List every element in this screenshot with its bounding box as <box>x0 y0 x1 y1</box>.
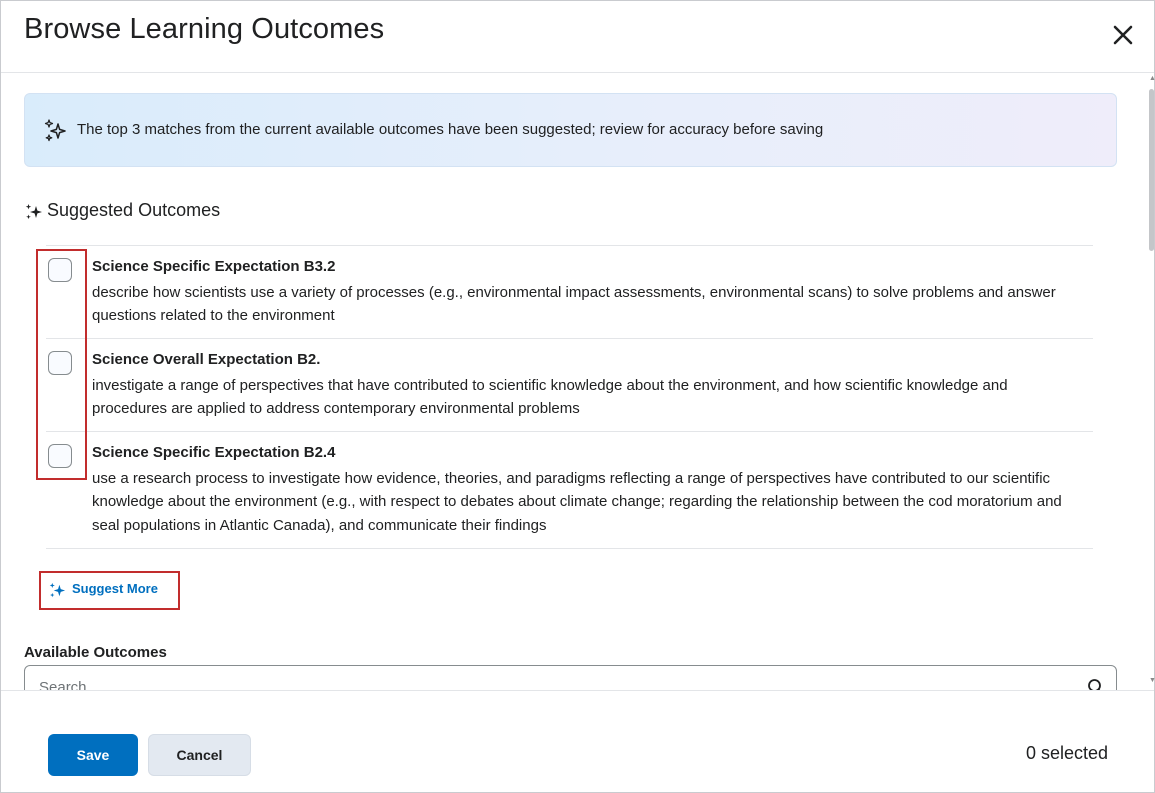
outcome-description: use a research process to investigate ho… <box>92 470 1062 534</box>
list-item: Science Overall Expectation B2. investig… <box>46 339 1093 432</box>
scroll-up-arrow-icon[interactable]: ▲ <box>1149 75 1155 82</box>
available-outcomes-label: Available Outcomes <box>24 644 167 661</box>
sparkle-outline-icon <box>44 119 66 142</box>
search-box <box>24 665 1117 690</box>
dialog-title: Browse Learning Outcomes <box>24 13 385 45</box>
outcome-description: describe how scientists use a variety of… <box>92 284 1056 325</box>
outcome-name: Science Specific Expectation B3.2 <box>92 258 336 275</box>
dialog-body: The top 3 matches from the current avail… <box>1 74 1146 690</box>
dialog-header: Browse Learning Outcomes <box>1 1 1154 73</box>
dialog-footer: Save Cancel 0 selected <box>1 690 1154 792</box>
outcome-name: Science Overall Expectation B2. <box>92 351 321 368</box>
scroll-down-arrow-icon[interactable]: ▼ <box>1149 677 1155 684</box>
scrollbar-thumb[interactable] <box>1149 89 1154 251</box>
outcome-name: Science Specific Expectation B2.4 <box>92 444 336 461</box>
sparkle-icon <box>25 204 42 220</box>
suggest-more-highlight-box <box>39 571 180 610</box>
outcome-description: investigate a range of perspectives that… <box>92 377 1008 418</box>
close-button[interactable] <box>1107 19 1139 51</box>
suggested-outcome-list: Science Specific Expectation B3.2 descri… <box>46 245 1093 549</box>
search-icon[interactable] <box>1086 677 1106 690</box>
search-input[interactable] <box>39 676 1059 690</box>
cancel-button[interactable]: Cancel <box>148 734 251 776</box>
banner-text: The top 3 matches from the current avail… <box>77 121 824 138</box>
save-button[interactable]: Save <box>48 734 138 776</box>
selected-count: 0 selected <box>1025 743 1108 763</box>
close-icon <box>1113 25 1133 45</box>
checkbox-highlight-box <box>36 249 87 480</box>
suggested-outcomes-label: Suggested Outcomes <box>47 200 221 220</box>
browse-outcomes-dialog: Browse Learning Outcomes The top 3 match… <box>0 0 1155 793</box>
list-item: Science Specific Expectation B3.2 descri… <box>46 246 1093 339</box>
list-item: Science Specific Expectation B2.4 use a … <box>46 432 1093 549</box>
ai-suggestion-banner: The top 3 matches from the current avail… <box>24 93 1117 167</box>
